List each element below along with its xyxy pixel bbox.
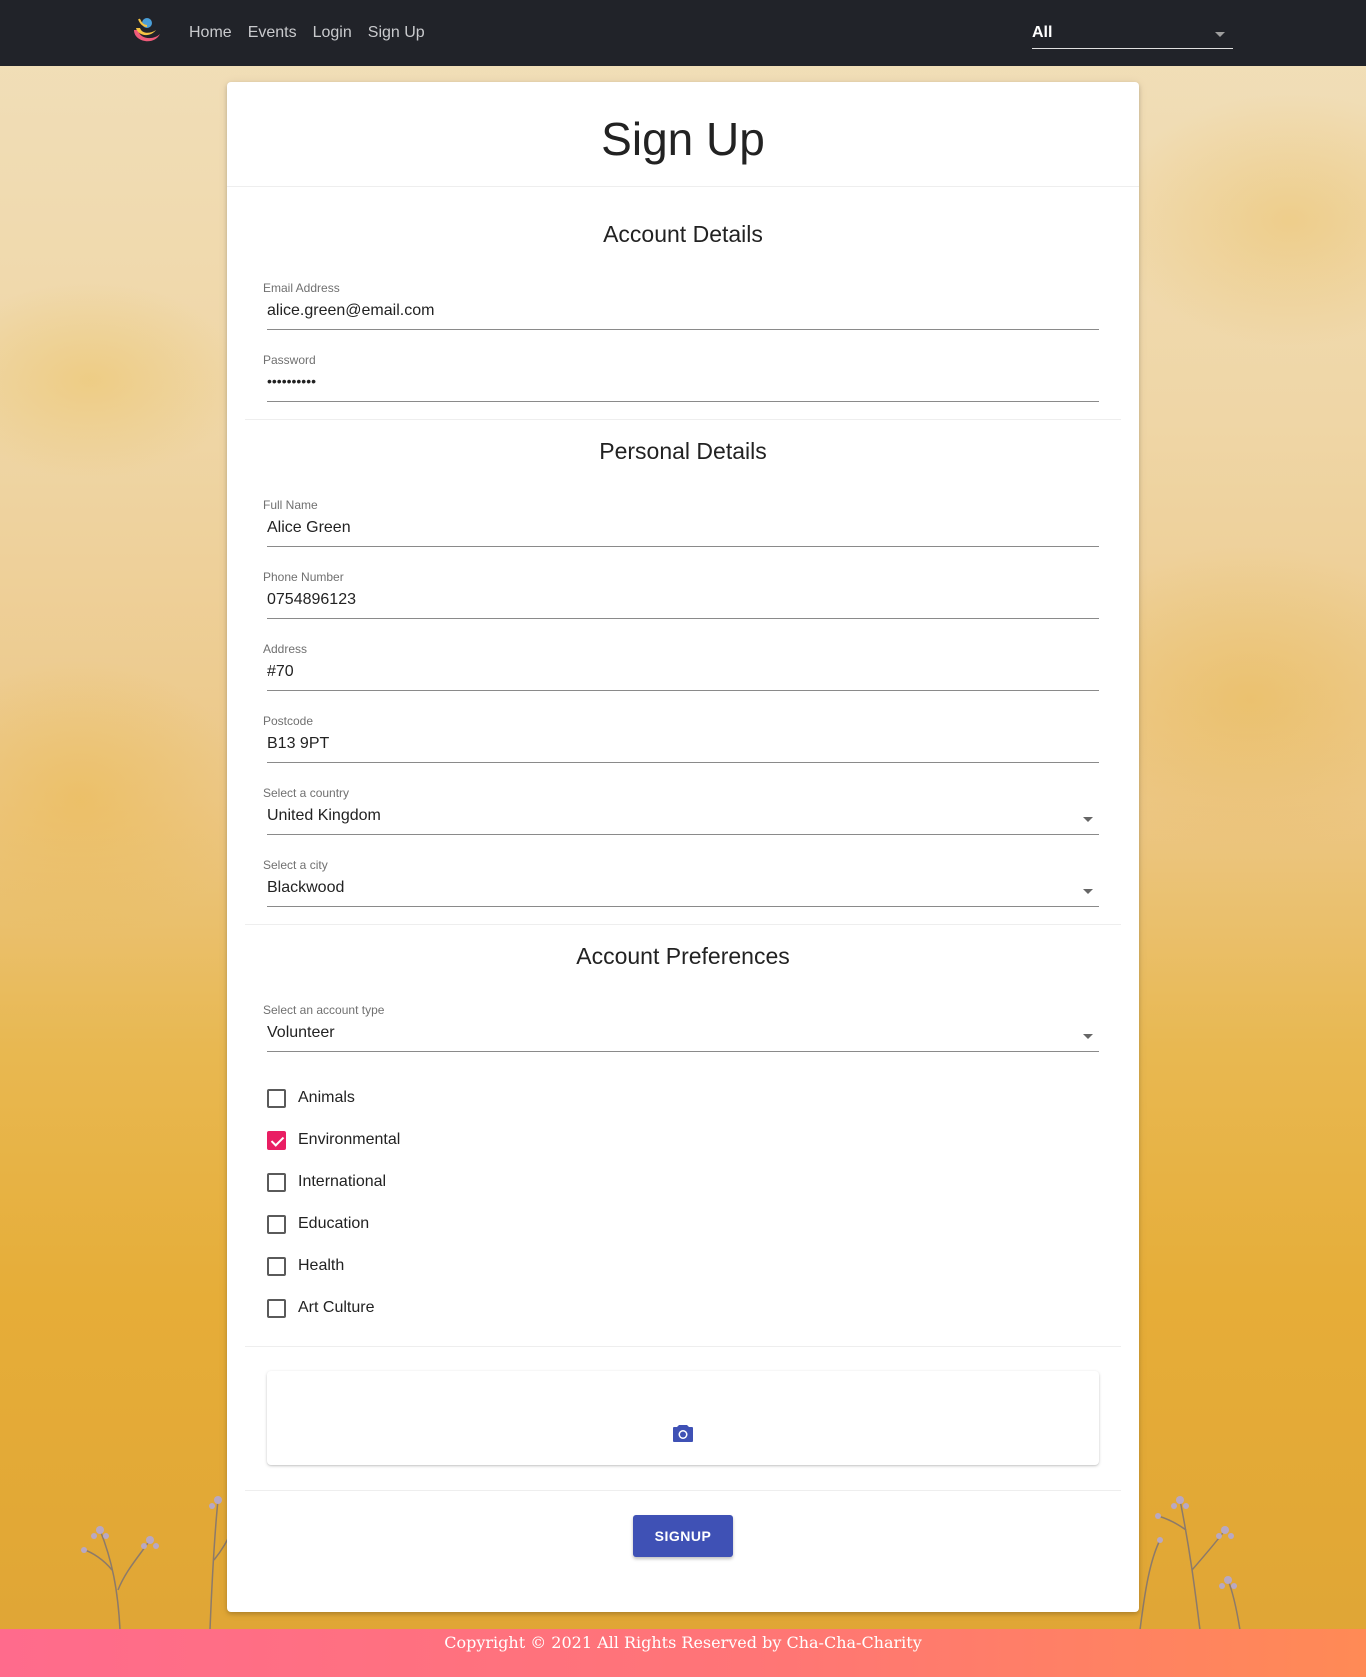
password-field[interactable]: Password •••••••••• <box>263 353 1099 411</box>
checkbox-health[interactable] <box>267 1256 286 1276</box>
upload-divider <box>245 1490 1121 1491</box>
interest-health[interactable]: Health <box>267 1254 344 1278</box>
page-title: Sign Up <box>601 113 765 165</box>
address-value: #70 <box>267 663 294 680</box>
email-underline <box>267 329 1099 330</box>
checkbox-education[interactable] <box>267 1214 286 1234</box>
camera-icon <box>673 1425 693 1442</box>
category-filter-value: All <box>1032 24 1053 41</box>
checkbox-animals[interactable] <box>267 1088 286 1108</box>
city-underline <box>267 906 1099 907</box>
phone-field[interactable]: Phone Number 0754896123 <box>263 570 1099 628</box>
account-type-underline <box>267 1051 1099 1052</box>
interest-animals[interactable]: Animals <box>267 1086 355 1110</box>
signup-card: Sign Up Account Details Email Address al… <box>227 82 1139 1612</box>
section-title-account: Account Details <box>603 221 763 247</box>
interest-environmental[interactable]: Environmental <box>267 1128 400 1152</box>
phone-label: Phone Number <box>263 570 344 584</box>
postcode-underline <box>267 762 1099 763</box>
nav-links: Home Events Login Sign Up <box>189 0 425 66</box>
copyright-text: Copyright © 2021 All Rights Reserved by … <box>444 1633 922 1652</box>
checkbox-label: Art Culture <box>298 1299 375 1316</box>
category-filter-select[interactable]: All <box>1032 18 1233 49</box>
password-underline <box>267 401 1099 402</box>
checkbox-label: Education <box>298 1215 370 1232</box>
account-divider <box>245 419 1121 420</box>
nav-link-home[interactable]: Home <box>189 24 232 42</box>
address-field[interactable]: Address #70 <box>263 642 1099 700</box>
city-select[interactable]: Select a city Blackwood <box>263 858 1099 916</box>
title-divider <box>227 186 1139 187</box>
checkbox-environmental[interactable] <box>267 1130 286 1150</box>
interest-education[interactable]: Education <box>267 1212 369 1236</box>
chevron-down-icon <box>1083 889 1093 894</box>
nav-link-login[interactable]: Login <box>313 24 352 42</box>
interest-international[interactable]: International <box>267 1170 386 1194</box>
full-name-field[interactable]: Full Name Alice Green <box>263 498 1099 556</box>
personal-divider <box>245 924 1121 925</box>
full-name-underline <box>267 546 1099 547</box>
checkbox-international[interactable] <box>267 1172 286 1192</box>
password-label: Password <box>263 353 316 367</box>
country-select[interactable]: Select a country United Kingdom <box>263 786 1099 844</box>
nav-link-signup[interactable]: Sign Up <box>368 24 425 42</box>
photo-upload-area[interactable] <box>267 1371 1099 1465</box>
account-type-select[interactable]: Select an account type Volunteer <box>263 1003 1099 1061</box>
checkbox-label: Environmental <box>298 1131 401 1148</box>
postcode-value: B13 9PT <box>267 735 330 752</box>
email-value: alice.green@email.com <box>267 302 435 319</box>
footer: Copyright © 2021 All Rights Reserved by … <box>0 1629 1366 1677</box>
email-label: Email Address <box>263 281 340 295</box>
chevron-down-icon <box>1215 32 1225 37</box>
password-value: •••••••••• <box>267 373 317 389</box>
country-value: United Kingdom <box>267 807 381 824</box>
city-label: Select a city <box>263 858 328 872</box>
email-field[interactable]: Email Address alice.green@email.com <box>263 281 1099 339</box>
checkbox-label: Health <box>298 1257 345 1274</box>
signup-button[interactable]: SIGNUP <box>633 1515 733 1557</box>
checkbox-art-culture[interactable] <box>267 1298 286 1318</box>
phone-value: 0754896123 <box>267 591 356 608</box>
account-type-label: Select an account type <box>263 1003 385 1017</box>
address-label: Address <box>263 642 308 656</box>
address-underline <box>267 690 1099 691</box>
phone-underline <box>267 618 1099 619</box>
account-type-value: Volunteer <box>267 1024 335 1041</box>
checkbox-label: International <box>298 1173 387 1190</box>
interest-art-culture[interactable]: Art Culture <box>267 1296 374 1320</box>
full-name-label: Full Name <box>263 498 318 512</box>
city-value: Blackwood <box>267 879 345 896</box>
checkbox-label: Animals <box>298 1089 355 1106</box>
section-title-personal: Personal Details <box>599 438 767 464</box>
postcode-field[interactable]: Postcode B13 9PT <box>263 714 1099 772</box>
chevron-down-icon <box>1083 1034 1093 1039</box>
preferences-divider <box>245 1346 1121 1347</box>
section-title-preferences: Account Preferences <box>576 943 790 969</box>
logo-icon[interactable] <box>130 14 162 48</box>
postcode-label: Postcode <box>263 714 314 728</box>
chevron-down-icon <box>1083 817 1093 822</box>
nav-link-events[interactable]: Events <box>248 24 297 42</box>
country-label: Select a country <box>263 786 350 800</box>
full-name-value: Alice Green <box>267 519 351 536</box>
top-navbar: Home Events Login Sign Up All <box>0 0 1366 66</box>
country-underline <box>267 834 1099 835</box>
